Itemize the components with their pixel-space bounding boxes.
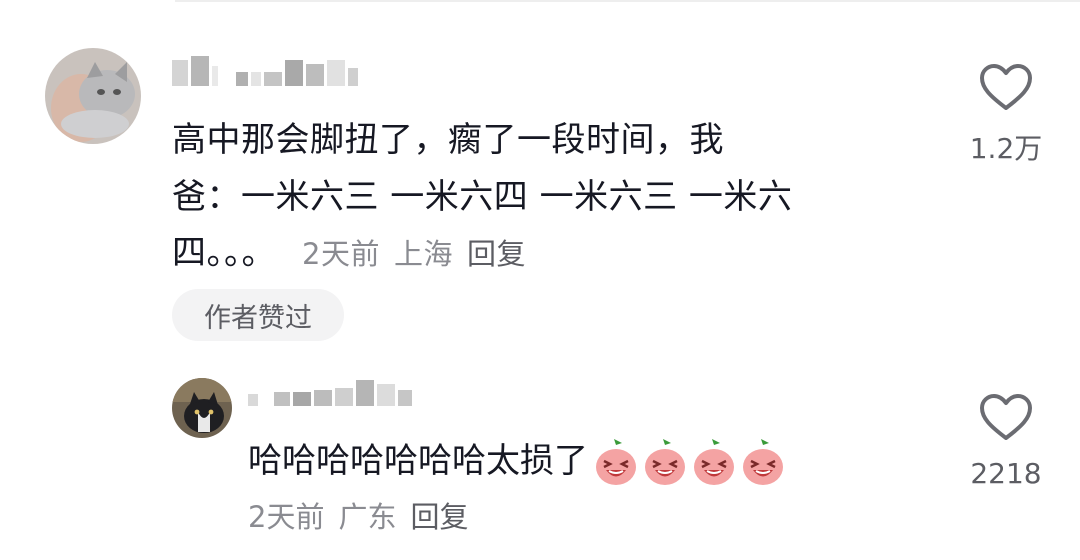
reply-meta: 2天前 广东 回复 xyxy=(248,494,482,536)
heart-outline-icon[interactable] xyxy=(978,392,1034,442)
comment-meta: 2天前 上海 回复 xyxy=(302,237,540,271)
comment-like-count: 1.2万 xyxy=(969,132,1043,165)
commenter-avatar[interactable] xyxy=(45,48,141,144)
reply-button[interactable]: 回复 xyxy=(410,500,468,534)
laughing-peach-emoji xyxy=(643,438,687,487)
comment-body-line: 爸：一米六三 一米六四 一米六三 一米六 xyxy=(172,177,793,217)
heart-outline-icon[interactable] xyxy=(978,62,1034,112)
laughing-peach-emoji xyxy=(594,438,638,487)
comment-time: 2天前 xyxy=(302,237,380,271)
comment-body: 高中那会脚扭了，瘸了一段时间，我 爸：一米六三 一米六四 一米六三 一米六 四。… xyxy=(172,112,792,282)
replier-name-mosaic xyxy=(248,380,412,406)
commenter-name-mosaic xyxy=(172,56,358,86)
reply-like-count: 2218 xyxy=(970,457,1042,490)
author-liked-badge: 作者赞过 xyxy=(172,289,344,341)
replier-avatar[interactable] xyxy=(172,378,232,438)
reply-location: 广东 xyxy=(338,500,397,534)
comment-body-line: 高中那会脚扭了，瘸了一段时间，我 xyxy=(172,120,724,160)
laughing-peach-emoji xyxy=(692,438,736,487)
top-divider xyxy=(175,0,1080,2)
reply-button[interactable]: 回复 xyxy=(467,237,526,271)
reply-body-text: 哈哈哈哈哈哈哈太损了 xyxy=(248,441,588,481)
comment-location: 上海 xyxy=(393,237,453,271)
comment-body-line-end: 四。。。 xyxy=(172,233,276,273)
laughing-peach-emoji xyxy=(741,438,785,487)
reply-body: 哈哈哈哈哈哈哈太损了 xyxy=(248,433,785,489)
emoji-row xyxy=(594,438,785,487)
reply-time: 2天前 xyxy=(248,500,325,534)
comment-body-line: 四。。。 2天前 上海 回复 xyxy=(172,225,792,282)
